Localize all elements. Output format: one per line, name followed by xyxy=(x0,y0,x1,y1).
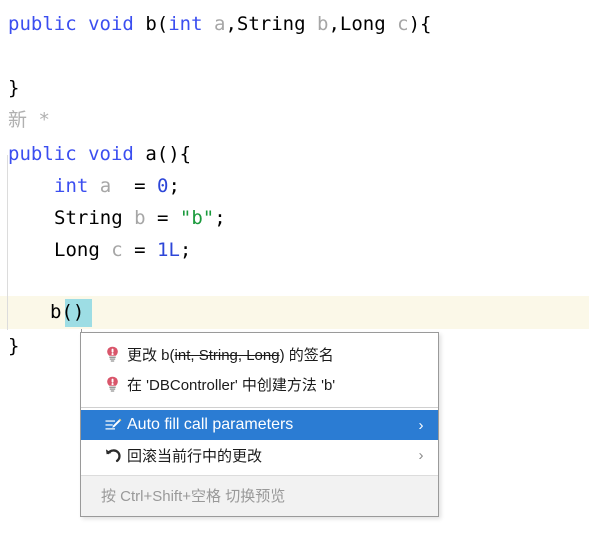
code-token: "b" xyxy=(179,207,215,229)
menu-item-auto-fill-call-parameters[interactable]: Auto fill call parameters › xyxy=(81,410,438,440)
code-line: 新 * xyxy=(0,104,589,137)
code-token: int xyxy=(168,13,203,35)
menu-item-label: Auto fill call parameters xyxy=(127,416,294,433)
menu-item-rollback-changes[interactable]: 回滚当前行中的更改 › xyxy=(81,440,438,470)
popup-section-intentions: Auto fill call parameters › 回滚当前行中的更改 › xyxy=(81,408,438,475)
code-token: } xyxy=(8,77,20,99)
code-line: public void b(int a,String b,Long c){ xyxy=(0,8,589,41)
code-token: } xyxy=(8,335,20,357)
code-token: String xyxy=(236,13,306,35)
code-token: int xyxy=(54,175,89,197)
code-token: 新 * xyxy=(8,109,50,131)
code-token: a xyxy=(145,143,157,165)
undo-arrow-icon xyxy=(105,448,127,463)
chevron-right-icon: › xyxy=(418,416,424,434)
code-line: } xyxy=(0,72,589,105)
code-token: ( xyxy=(156,13,169,35)
code-token: Long xyxy=(339,13,386,35)
code-token: b xyxy=(145,13,157,35)
code-line: public void a(){ xyxy=(0,138,589,171)
code-token: 0 xyxy=(157,175,169,197)
menu-item-label: 在 'DBController' 中创建方法 'b' xyxy=(127,376,336,394)
label-part-struck: int, String, Long xyxy=(174,346,280,364)
label-part-suffix: ) 的签名 xyxy=(279,346,334,364)
code-token: c xyxy=(111,239,123,261)
code-line: int a = 0; xyxy=(0,170,589,203)
code-token: ) xyxy=(408,13,421,35)
selected-parens-token: () xyxy=(61,301,85,323)
code-token: = xyxy=(111,175,157,197)
code-token: , xyxy=(225,13,237,35)
code-line: Long c = 1L; xyxy=(0,234,589,267)
menu-item-create-method[interactable]: 在 'DBController' 中创建方法 'b' xyxy=(81,369,438,399)
error-lightbulb-icon xyxy=(105,346,127,362)
error-lightbulb-icon xyxy=(105,376,127,392)
code-token: public xyxy=(8,13,77,35)
code-token: Long xyxy=(54,239,100,261)
code-token: a xyxy=(99,175,112,197)
code-token: () xyxy=(156,143,180,165)
code-token: ; xyxy=(214,207,226,229)
code-token: , xyxy=(328,13,340,35)
method-name-token: b xyxy=(50,301,62,323)
code-token: String xyxy=(54,207,123,229)
code-token: void xyxy=(88,143,134,165)
code-token: = xyxy=(145,207,180,229)
code-token: void xyxy=(88,13,134,35)
code-token: b xyxy=(134,207,146,229)
code-token: a xyxy=(214,13,226,35)
code-line: String b = "b"; xyxy=(0,202,589,235)
code-token: { xyxy=(420,13,432,35)
menu-item-label: 回滚当前行中的更改 xyxy=(127,447,263,465)
intention-actions-popup[interactable]: 更改 b(int, String, Long) 的签名 在 'DBControl… xyxy=(80,332,439,517)
code-token: public xyxy=(8,143,77,165)
edit-pencil-icon xyxy=(105,418,127,433)
code-token: c xyxy=(397,13,409,35)
menu-item-change-signature[interactable]: 更改 b(int, String, Long) 的签名 xyxy=(81,339,438,369)
code-token: ; xyxy=(179,239,192,261)
code-token: b xyxy=(317,13,329,35)
code-token: { xyxy=(179,143,192,165)
chevron-right-icon: › xyxy=(418,446,424,464)
menu-item-label: 更改 b(int, String, Long) 的签名 xyxy=(127,344,430,365)
popup-section-quickfixes: 更改 b(int, String, Long) 的签名 在 'DBControl… xyxy=(81,333,438,404)
code-token: 1L xyxy=(157,239,180,261)
label-part-prefix: 更改 b( xyxy=(127,346,175,364)
code-token: = xyxy=(122,239,157,261)
popup-hint-footer: 按 Ctrl+Shift+空格 切换预览 xyxy=(81,475,438,516)
code-token: ; xyxy=(168,175,180,197)
